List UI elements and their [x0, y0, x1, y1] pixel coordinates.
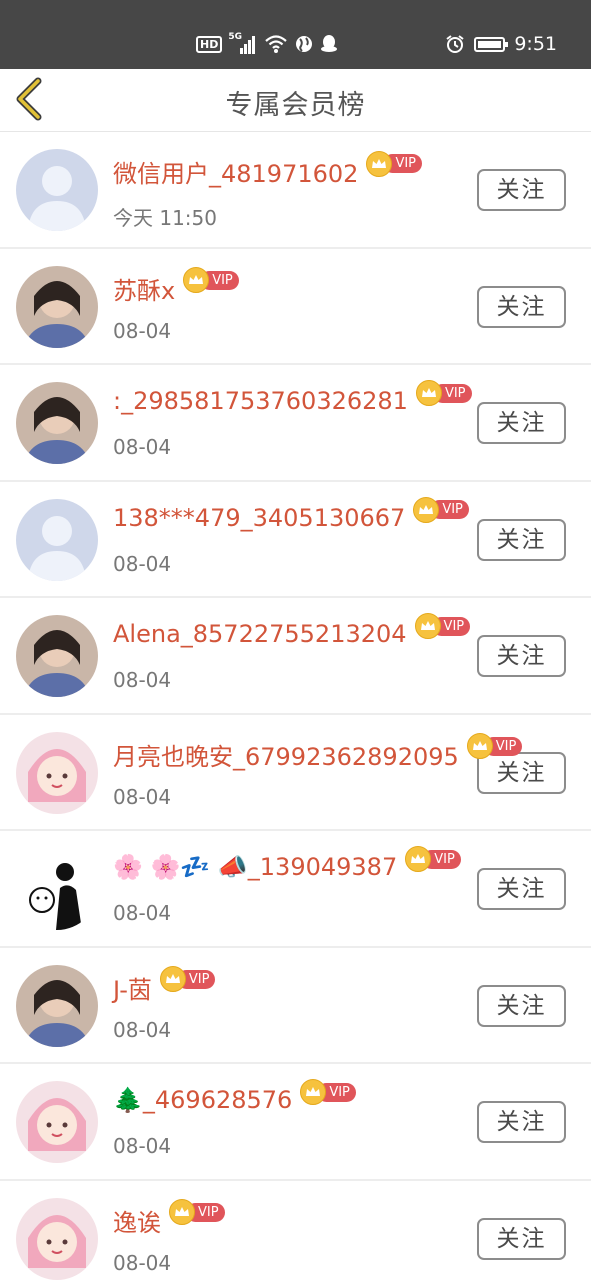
vip-badge: VIP: [159, 966, 216, 992]
vip-badge: VIP: [169, 1199, 225, 1225]
follow-button[interactable]: 关注: [477, 1217, 566, 1260]
member-name: :_298581753760326281 VIP: [113, 380, 472, 415]
member-name: J-茵 VIP: [113, 966, 216, 1005]
avatar[interactable]: [16, 149, 98, 231]
member-name-text: 🌲_469628576: [113, 1086, 293, 1114]
avatar[interactable]: [16, 498, 98, 581]
member-row-2[interactable]: 苏酥x VIP 08-04 关注: [0, 249, 591, 365]
cellular-signal-icon: 5G: [228, 32, 258, 54]
wifi-icon: [265, 35, 288, 53]
vip-badge: VIP: [414, 613, 471, 639]
avatar[interactable]: [16, 964, 98, 1047]
crown-icon: [366, 150, 393, 177]
follow-button[interactable]: 关注: [477, 868, 566, 910]
follow-button[interactable]: 关注: [477, 751, 566, 794]
member-name: 🌲_469628576 VIP: [113, 1079, 356, 1114]
member-row-4[interactable]: 138***479_3405130667 VIP 08-04 关注: [0, 482, 591, 598]
follow-button[interactable]: 关注: [477, 402, 566, 444]
member-row-10[interactable]: 逸诶 VIP 08-04 关注: [0, 1181, 591, 1280]
member-time: 08-04: [113, 1250, 172, 1275]
follow-button[interactable]: 关注: [477, 169, 566, 211]
member-time: 今天 11:50: [113, 206, 217, 230]
member-name: 微信用户_481971602 VIP: [113, 150, 423, 189]
member-name-text: 逸诶: [113, 1208, 161, 1237]
member-name-text: J-茵: [113, 975, 152, 1004]
member-name: 逸诶 VIP: [113, 1199, 225, 1238]
member-name: 苏酥x VIP: [113, 267, 239, 306]
member-name: 月亮也晚安_67992362892095 VIP: [113, 733, 523, 772]
member-list: 微信用户_481971602 VIP 今天 11:50 关注 苏酥x VIP 0…: [0, 132, 591, 1280]
avatar[interactable]: [16, 731, 98, 814]
nav-bar: 专属会员榜: [0, 69, 591, 132]
alarm-icon: [446, 35, 464, 53]
member-name-text: 微信用户_481971602: [113, 160, 359, 188]
member-time: 08-04: [113, 901, 172, 925]
follow-button[interactable]: 关注: [477, 1101, 566, 1143]
member-time: 08-04: [113, 1134, 172, 1158]
vip-badge: VIP: [405, 846, 461, 872]
avatar[interactable]: [16, 848, 98, 930]
vip-badge: VIP: [300, 1079, 356, 1105]
follow-button[interactable]: 关注: [477, 984, 566, 1027]
crown-icon: [413, 496, 440, 523]
avatar[interactable]: [16, 265, 98, 348]
vip-badge: VIP: [366, 150, 423, 177]
avatar[interactable]: [16, 1197, 98, 1280]
avatar[interactable]: [16, 1081, 98, 1163]
member-name-text: Alena_85722755213204: [113, 620, 407, 648]
avatar[interactable]: [16, 382, 98, 464]
globe-icon: [296, 36, 313, 52]
member-time: 08-04: [113, 784, 172, 809]
crown-icon: [414, 613, 441, 639]
vip-badge: VIP: [415, 380, 472, 406]
member-row-9[interactable]: 🌲_469628576 VIP 08-04 关注: [0, 1064, 591, 1181]
status-time: 9:51: [514, 33, 557, 55]
member-time: 08-04: [113, 1017, 172, 1042]
crown-icon: [169, 1199, 195, 1225]
battery-icon: [474, 36, 509, 52]
member-time: 08-04: [113, 318, 172, 343]
member-row-3[interactable]: :_298581753760326281 VIP 08-04 关注: [0, 365, 591, 482]
vip-badge: VIP: [183, 267, 239, 293]
vip-badge: VIP: [466, 733, 523, 759]
follow-button[interactable]: 关注: [477, 285, 566, 328]
member-row-1[interactable]: 微信用户_481971602 VIP 今天 11:50 关注: [0, 132, 591, 249]
avatar[interactable]: [16, 615, 98, 697]
crown-icon: [466, 733, 493, 759]
member-row-5[interactable]: Alena_85722755213204 VIP 08-04 关注: [0, 598, 591, 715]
member-name-text: :_298581753760326281: [113, 387, 408, 415]
member-name-text: 138***479_3405130667: [113, 503, 406, 532]
member-name-text: 苏酥x: [113, 276, 176, 305]
follow-button[interactable]: 关注: [477, 635, 566, 677]
page-title: 专属会员榜: [225, 90, 366, 121]
status-bar: HD 5G 9:51: [0, 0, 591, 69]
member-name-text: 月亮也晚安_67992362892095: [113, 742, 459, 771]
hd-badge: HD: [196, 35, 223, 53]
member-row-7[interactable]: 🌸 🌸💤 📣_139049387 VIP 08-04 关注: [0, 831, 591, 948]
member-time: 08-04: [113, 668, 172, 692]
follow-button[interactable]: 关注: [477, 518, 566, 561]
qq-icon: [321, 35, 338, 52]
vip-badge: VIP: [413, 496, 469, 523]
status-icons-right: 9:51: [445, 30, 557, 58]
member-name: Alena_85722755213204 VIP: [113, 613, 471, 648]
member-row-6[interactable]: 月亮也晚安_67992362892095 VIP 08-04 关注: [0, 715, 591, 831]
member-row-8[interactable]: J-茵 VIP 08-04 关注: [0, 948, 591, 1064]
member-time: 08-04: [113, 551, 172, 576]
member-time: 08-04: [113, 435, 172, 459]
member-name: 138***479_3405130667 VIP: [113, 496, 469, 532]
status-icons-left: HD 5G: [196, 30, 338, 58]
member-name-text: 🌸 🌸💤 📣_139049387: [113, 853, 398, 881]
crown-icon: [415, 380, 442, 406]
crown-icon: [159, 966, 186, 992]
member-name: 🌸 🌸💤 📣_139049387 VIP: [113, 846, 461, 881]
